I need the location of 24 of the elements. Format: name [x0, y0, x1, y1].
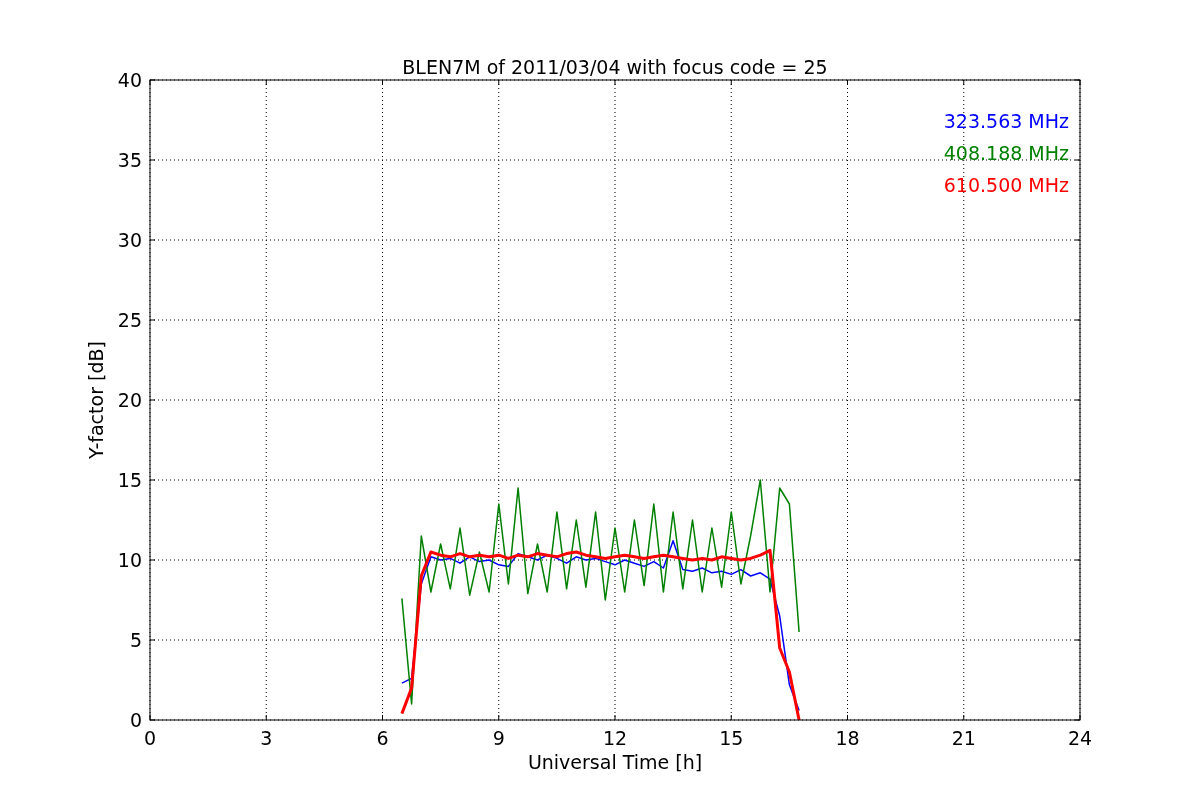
x-axis-label: Universal Time [h]	[527, 751, 703, 773]
tick-label: 18	[835, 727, 860, 749]
tick-label: 6	[376, 727, 389, 749]
tick-label: 0	[143, 727, 157, 749]
tick-label: 20	[117, 389, 142, 411]
legend-entry: 610.500 MHz	[943, 174, 1069, 196]
tick-label: 3	[260, 727, 273, 749]
tick-label: 12	[602, 727, 628, 749]
tick-label: 15	[117, 469, 142, 491]
y-axis-label: Y-factor [dB]	[85, 341, 107, 459]
tick-label: 9	[492, 727, 505, 749]
tick-label: 0	[129, 709, 142, 731]
tick-label: 5	[129, 629, 142, 651]
legend-entry: 323.563 MHz	[943, 110, 1069, 132]
tick-label: 15	[719, 727, 744, 749]
chart-title: BLEN7M of 2011/03/04 with focus code = 25	[402, 56, 828, 78]
tick-label: 21	[951, 727, 976, 749]
tick-label: 35	[117, 149, 142, 171]
tick-label: 30	[117, 229, 142, 251]
tick-label: 24	[1067, 727, 1093, 749]
tick-label: 25	[117, 309, 142, 331]
legend-entry: 408.188 MHz	[943, 142, 1069, 164]
tick-label: 40	[117, 69, 142, 91]
tick-label: 10	[117, 549, 142, 571]
